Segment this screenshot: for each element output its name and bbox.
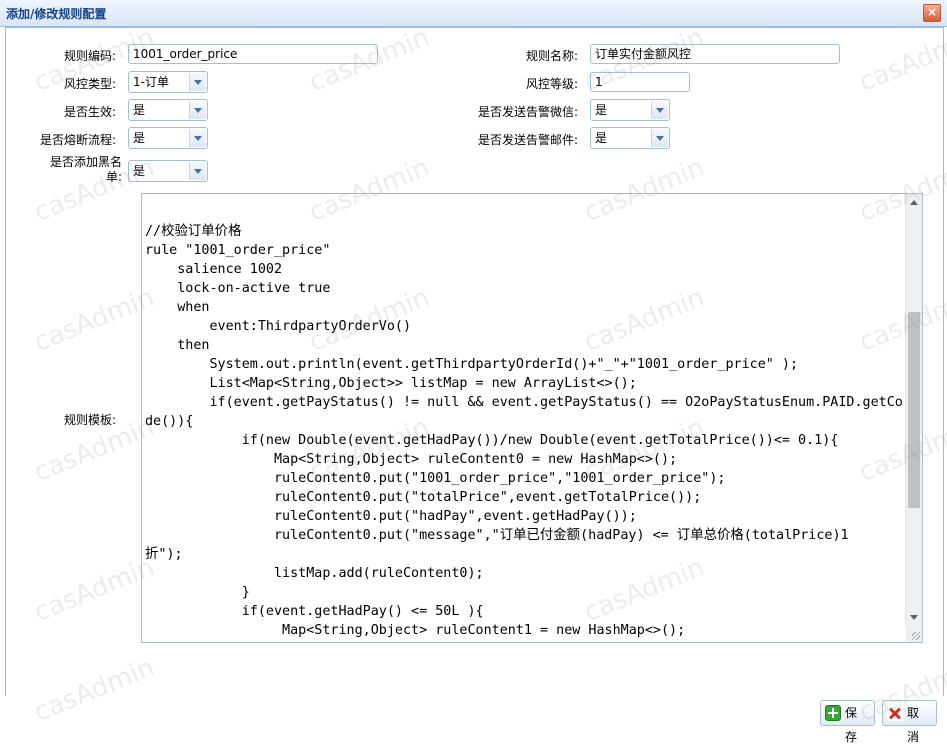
enabled-value: 是 [133, 103, 146, 117]
circuit-break-label: 是否熔断流程: [39, 133, 116, 147]
add-icon [825, 705, 841, 721]
chevron-down-icon[interactable] [189, 129, 206, 147]
rule-template-textarea[interactable]: //校验订单价格 rule "1001_order_price" salienc… [141, 193, 923, 643]
add-blacklist-value: 是 [133, 164, 146, 178]
rule-code-label: 规则编码: [63, 49, 116, 63]
vertical-scrollbar[interactable] [905, 194, 922, 626]
send-email-select[interactable]: 是 [590, 127, 670, 149]
close-icon[interactable]: × [923, 4, 941, 22]
send-email-value: 是 [595, 131, 608, 145]
send-wechat-select[interactable]: 是 [590, 99, 670, 121]
risk-type-value: 1-订单 [133, 75, 169, 89]
chevron-down-icon[interactable] [189, 162, 206, 180]
rule-code-input[interactable]: 1001_order_price [128, 44, 378, 64]
risk-level-label: 风控等级: [525, 77, 578, 91]
cancel-button-label: 取消 [907, 706, 920, 744]
chevron-down-icon[interactable] [651, 129, 668, 147]
cancel-icon [887, 705, 903, 721]
chevron-down-icon[interactable] [651, 101, 668, 119]
template-label: 规则模板: [63, 413, 116, 427]
rule-name-input[interactable]: 订单实付金额风控 [590, 44, 840, 64]
chevron-down-icon[interactable] [189, 101, 206, 119]
chevron-down-icon[interactable] [189, 73, 206, 91]
send-wechat-value: 是 [595, 103, 608, 117]
circuit-break-select[interactable]: 是 [128, 127, 208, 149]
save-button-label: 保存 [845, 706, 858, 744]
resize-grip-icon[interactable] [906, 626, 922, 642]
risk-type-select[interactable]: 1-订单 [128, 71, 208, 93]
send-email-label: 是否发送告警邮件: [477, 133, 578, 147]
rule-name-label: 规则名称: [525, 49, 578, 63]
add-blacklist-select[interactable]: 是 [128, 160, 208, 182]
dialog-footer [0, 696, 947, 735]
dialog-title: 添加/修改规则配置 [6, 7, 107, 21]
save-button[interactable]: 保存 [820, 700, 875, 744]
risk-type-label: 风控类型: [63, 77, 116, 91]
circuit-break-value: 是 [133, 131, 146, 145]
send-wechat-label: 是否发送告警微信: [477, 105, 578, 119]
enabled-select[interactable]: 是 [128, 99, 208, 121]
dialog-titlebar: 添加/修改规则配置 × [0, 0, 947, 27]
cancel-button[interactable]: 取消 [882, 700, 937, 744]
risk-level-input[interactable]: 1 [590, 72, 690, 92]
rule-template-code[interactable]: //校验订单价格 rule "1001_order_price" salienc… [145, 194, 903, 640]
add-blacklist-label: 是否添加黑名单: [49, 155, 122, 184]
scrollbar-thumb[interactable] [908, 312, 920, 508]
enabled-label: 是否生效: [63, 105, 116, 119]
scroll-down-icon[interactable] [906, 610, 922, 626]
scroll-up-icon[interactable] [906, 194, 922, 210]
